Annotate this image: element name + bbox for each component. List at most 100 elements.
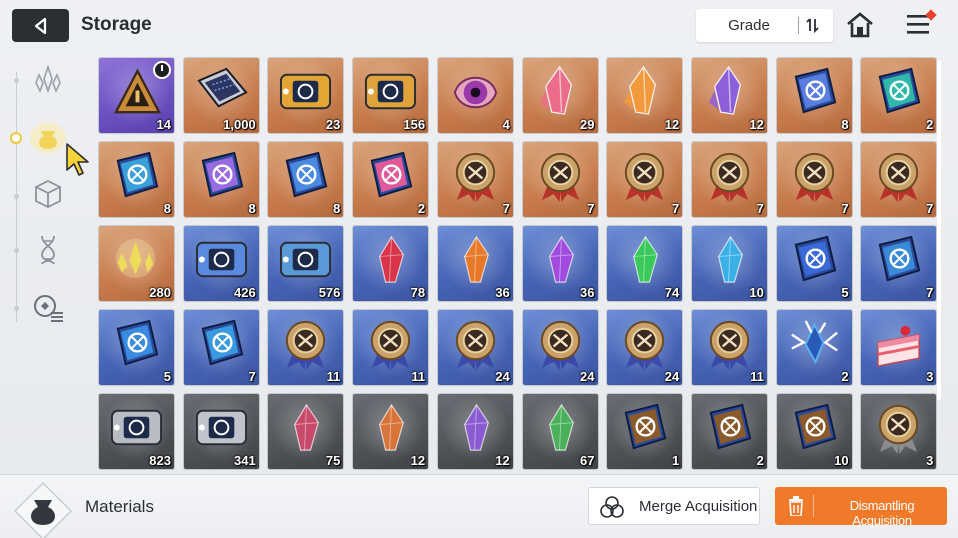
sidebar-tab-materials[interactable] [28, 118, 68, 158]
item-slot[interactable]: 7 [861, 142, 937, 217]
item-slot[interactable]: 5 [99, 310, 174, 385]
item-slot[interactable]: 29 [522, 58, 598, 133]
merge-acquisition-button[interactable]: Merge Acquisition [588, 487, 760, 525]
item-slot[interactable]: 11 [691, 310, 767, 385]
materials-category-icon [13, 481, 73, 538]
item-slot[interactable]: 8 [268, 142, 344, 217]
merge-circles-icon [600, 496, 624, 518]
sidebar-tab-crystals[interactable] [28, 60, 68, 100]
hourglass-ticket-blue-icon [195, 241, 247, 278]
item-slot[interactable]: 11 [268, 310, 344, 385]
item-slot[interactable]: 11 [353, 310, 429, 385]
item-slot[interactable]: 7 [522, 142, 598, 217]
item-slot[interactable]: 7 [607, 142, 683, 217]
dismantling-acquisition-button[interactable]: Dismantling Acquisition [775, 487, 947, 528]
item-quantity: 8 [163, 201, 171, 216]
ice-crystal-burst-icon [790, 320, 838, 365]
category-label: Materials [85, 497, 154, 516]
item-slot[interactable]: 7 [691, 142, 767, 217]
item-quantity: 10 [749, 285, 764, 300]
item-slot[interactable]: 12 [691, 58, 767, 133]
item-quantity: 2 [756, 453, 764, 468]
item-slot[interactable]: 7 [437, 142, 513, 217]
item-slot[interactable]: 426 [183, 226, 259, 301]
material-bag-icon [30, 122, 66, 154]
item-slot[interactable]: 12 [353, 394, 429, 469]
pink-crystal-icon [539, 65, 572, 115]
sidebar-tab-modules[interactable] [28, 174, 68, 214]
item-quantity: 7 [587, 201, 595, 216]
back-arrow-icon [34, 17, 46, 34]
item-slot[interactable]: 36 [437, 226, 513, 301]
item-quantity: 3 [926, 369, 934, 384]
item-slot[interactable]: 8 [99, 142, 174, 217]
sword-book-brown-icon [794, 403, 836, 450]
item-slot[interactable]: 2 [776, 310, 852, 385]
item-slot[interactable]: 12 [607, 58, 683, 133]
sort-grade-button[interactable]: Grade [696, 9, 833, 42]
cyan-gem-icon [717, 235, 743, 283]
sort-order-icon[interactable] [804, 16, 822, 34]
crystal-cluster-icon [35, 64, 61, 94]
item-quantity: 36 [495, 285, 510, 300]
item-slot[interactable]: 12 [437, 394, 513, 469]
back-button[interactable] [12, 9, 69, 42]
item-slot[interactable]: 10 [776, 394, 852, 469]
sidebar-tab-genes[interactable] [28, 230, 68, 270]
gear-list-icon [34, 295, 63, 322]
gold-shards-icon [115, 238, 156, 279]
item-quantity: 74 [664, 285, 680, 300]
item-slot[interactable]: 24 [437, 310, 513, 385]
item-slot[interactable]: 24 [522, 310, 598, 385]
item-slot[interactable]: 67 [522, 394, 598, 469]
item-slot[interactable]: 2 [861, 58, 937, 133]
category-sidebar [0, 52, 92, 472]
item-slot[interactable]: 78 [353, 226, 429, 301]
item-slot[interactable]: 7 [861, 226, 937, 301]
sidebar-tick [14, 306, 19, 311]
item-slot[interactable]: 156 [353, 58, 429, 133]
item-slot[interactable]: 341 [183, 394, 259, 469]
item-quantity: 7 [841, 201, 849, 216]
orange-gem-icon [463, 235, 489, 283]
item-slot[interactable]: 1 [607, 394, 683, 469]
item-quantity: 280 [149, 285, 171, 300]
item-slot[interactable]: 823 [99, 394, 174, 469]
item-quantity: 23 [325, 117, 341, 132]
item-quantity: 1 [671, 453, 680, 468]
item-slot[interactable]: 2 [691, 394, 767, 469]
grid-scrollbar[interactable] [937, 60, 941, 400]
sidebar-tab-gear[interactable] [28, 287, 68, 327]
compass-ticket-gold-icon [365, 73, 417, 110]
item-slot[interactable]: 74 [607, 226, 683, 301]
eye-core-icon [453, 76, 497, 109]
item-quantity: 10 [834, 453, 849, 468]
item-slot[interactable]: 3 [861, 394, 937, 469]
item-slot[interactable]: 7 [776, 142, 852, 217]
item-slot[interactable]: 75 [268, 394, 344, 469]
item-quantity: 24 [664, 369, 680, 384]
item-slot[interactable]: 36 [522, 226, 598, 301]
item-slot[interactable]: 1,000 [183, 58, 259, 133]
item-slot[interactable]: 10 [691, 226, 767, 301]
item-slot[interactable]: 7 [183, 310, 259, 385]
item-slot[interactable]: 24 [607, 310, 683, 385]
item-slot[interactable]: 576 [268, 226, 344, 301]
compass-ticket-blue-icon [280, 241, 332, 278]
item-quantity: 7 [671, 201, 680, 216]
item-quantity: 3 [926, 453, 934, 468]
item-slot[interactable]: 5 [776, 226, 852, 301]
item-quantity: 4 [502, 117, 510, 132]
cross-medal-red-icon [709, 152, 750, 203]
item-slot[interactable]: 280 [99, 226, 174, 301]
item-slot[interactable]: 14 [99, 58, 174, 133]
item-slot[interactable]: 3 [861, 310, 937, 385]
item-slot[interactable]: 23 [268, 58, 344, 133]
home-icon[interactable] [845, 11, 875, 39]
item-slot[interactable]: 8 [183, 142, 259, 217]
item-slot[interactable]: 8 [776, 58, 852, 133]
item-slot[interactable]: 2 [353, 142, 429, 217]
red-shard-gray-icon [294, 403, 320, 451]
eye-book-icon [116, 151, 159, 198]
item-slot[interactable]: 4 [437, 58, 513, 133]
